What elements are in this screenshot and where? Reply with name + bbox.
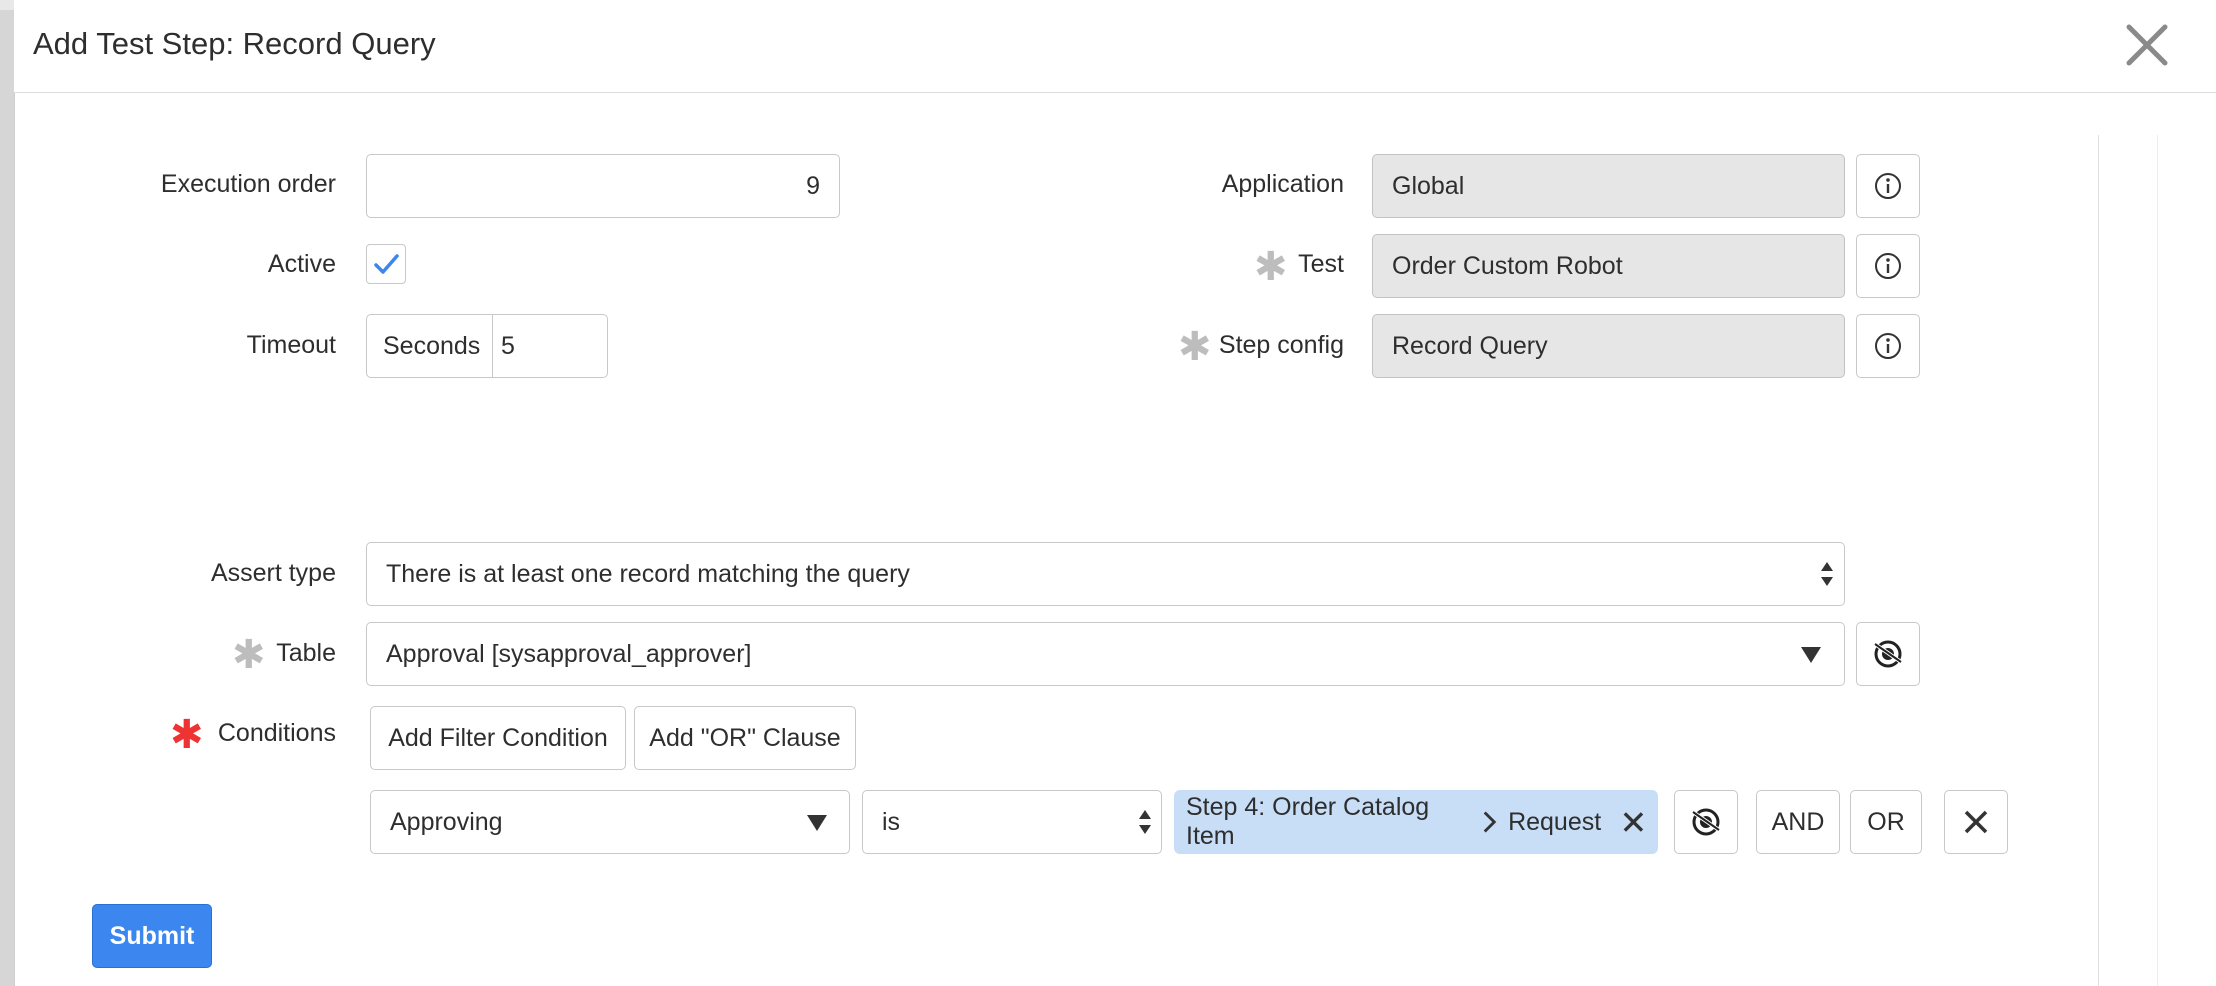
test-label: Test <box>1298 250 1344 278</box>
test-info-button[interactable] <box>1856 234 1920 298</box>
test-field: Order Custom Robot <box>1372 234 1845 298</box>
assert-type-label: Assert type <box>210 559 336 587</box>
condition-field-value: Approving <box>390 807 503 836</box>
active-label: Active <box>267 250 336 278</box>
condition-operator-value: is <box>882 807 901 836</box>
form-scrollbar[interactable] <box>2098 135 2158 986</box>
condition-value-chip[interactable]: Step 4: Order Catalog Item Request <box>1174 790 1658 854</box>
close-icon <box>1964 810 1988 834</box>
execution-order-field[interactable]: 9 <box>366 154 840 218</box>
reference-picker-icon <box>1691 808 1721 836</box>
table-select[interactable]: Approval [sysapproval_approver] <box>366 622 1845 686</box>
chevron-right-icon <box>1483 811 1497 833</box>
table-value: Approval [sysapproval_approver] <box>386 639 752 668</box>
and-button[interactable]: AND <box>1756 790 1840 854</box>
application-field: Global <box>1372 154 1845 218</box>
step-config-info-button[interactable] <box>1856 314 1920 378</box>
required-asterisk-icon: ✱ <box>170 713 204 757</box>
remove-condition-button[interactable] <box>1944 790 2008 854</box>
condition-operator-select[interactable]: is <box>862 790 1162 854</box>
or-button[interactable]: OR <box>1850 790 1922 854</box>
remove-icon[interactable] <box>1621 809 1646 835</box>
application-label: Application <box>1221 170 1344 198</box>
active-checkbox[interactable] <box>366 244 406 284</box>
reference-picker-icon <box>1873 640 1903 668</box>
assert-type-value: There is at least one record matching th… <box>386 559 910 588</box>
step-config-field: Record Query <box>1372 314 1845 378</box>
condition-field-select[interactable]: Approving <box>370 790 850 854</box>
conditions-label: Conditions <box>217 719 336 747</box>
chip-step-label: Step 4: Order Catalog Item <box>1186 793 1430 850</box>
condition-reference-button[interactable] <box>1674 790 1738 854</box>
table-reference-button[interactable] <box>1856 622 1920 686</box>
add-filter-condition-button[interactable]: Add Filter Condition <box>370 706 626 770</box>
chip-field-label: Request <box>1508 807 1602 836</box>
select-arrows-icon <box>1820 561 1834 592</box>
dialog-title: Add Test Step: Record Query <box>33 26 436 61</box>
dropdown-arrow-icon <box>1800 646 1822 669</box>
timeout-field[interactable]: 5 <box>492 314 608 378</box>
info-icon <box>1875 333 1901 359</box>
required-asterisk-icon: ✱ <box>232 633 266 677</box>
close-icon <box>2126 24 2168 66</box>
info-icon <box>1875 253 1901 279</box>
dropdown-arrow-icon <box>806 814 828 837</box>
info-icon <box>1875 173 1901 199</box>
add-or-clause-button[interactable]: Add "OR" Clause <box>634 706 856 770</box>
application-info-button[interactable] <box>1856 154 1920 218</box>
submit-button[interactable]: Submit <box>92 904 212 968</box>
assert-type-select[interactable]: There is at least one record matching th… <box>366 542 1845 606</box>
table-label: Table <box>276 639 336 667</box>
timeout-label: Timeout <box>246 331 336 359</box>
timeout-unit: Seconds <box>366 314 494 378</box>
step-config-label: Step config <box>1218 331 1344 359</box>
close-button[interactable] <box>2124 22 2170 68</box>
execution-order-label: Execution order <box>160 170 336 198</box>
select-arrows-icon <box>1138 809 1152 840</box>
checkmark-icon <box>374 254 399 274</box>
